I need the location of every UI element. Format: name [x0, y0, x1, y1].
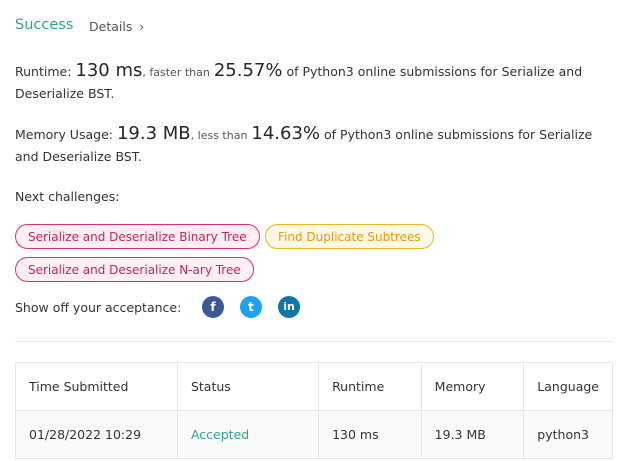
column-header-language: Language [523, 362, 613, 411]
memory-value: 19.3 MB [116, 123, 191, 144]
twitter-icon[interactable]: t [240, 296, 262, 318]
share-label: Show off your acceptance: [15, 300, 182, 315]
runtime-percentile: 25.57% [213, 60, 283, 81]
column-header-memory: Memory [420, 362, 525, 411]
facebook-icon[interactable]: f [202, 296, 224, 318]
cell-memory: 19.3 MB [420, 410, 525, 459]
table-header-row: Time Submitted Status Runtime Memory Lan… [15, 362, 613, 411]
runtime-comparison: , faster than [142, 66, 210, 79]
challenge-tag-serialize-nary-tree[interactable]: Serialize and Deserialize N-ary Tree [15, 257, 254, 282]
column-header-runtime: Runtime [318, 362, 422, 411]
runtime-label: Runtime: [15, 64, 72, 79]
table-row[interactable]: 01/28/2022 10:29 Accepted 130 ms 19.3 MB… [15, 410, 613, 459]
column-header-status: Status [176, 362, 320, 411]
linkedin-icon[interactable]: in [278, 296, 300, 318]
column-header-time: Time Submitted [15, 362, 178, 411]
runtime-stat: Runtime: 130 ms, faster than 25.57% of P… [15, 60, 615, 104]
challenge-tag-find-duplicate-subtrees[interactable]: Find Duplicate Subtrees [265, 224, 434, 249]
cell-status-link[interactable]: Accepted [176, 410, 320, 459]
cell-runtime: 130 ms [318, 410, 422, 459]
cell-time: 01/28/2022 10:29 [15, 410, 178, 459]
details-label[interactable]: Details [89, 19, 132, 34]
divider [15, 341, 613, 342]
runtime-value: 130 ms [75, 60, 143, 81]
chevron-right-icon[interactable]: › [139, 20, 144, 34]
next-challenges-label: Next challenges: [15, 189, 120, 204]
challenge-tag-serialize-binary-tree[interactable]: Serialize and Deserialize Binary Tree [15, 224, 260, 249]
memory-comparison: , less than [190, 129, 248, 142]
cell-language: python3 [523, 410, 613, 459]
submissions-table: Time Submitted Status Runtime Memory Lan… [15, 362, 613, 459]
memory-stat: Memory Usage: 19.3 MB, less than 14.63% … [15, 123, 615, 167]
memory-percentile: 14.63% [251, 123, 321, 144]
details-link[interactable]: Details › [89, 19, 144, 34]
result-status-title: Success [15, 17, 74, 33]
memory-label: Memory Usage: [15, 127, 113, 142]
